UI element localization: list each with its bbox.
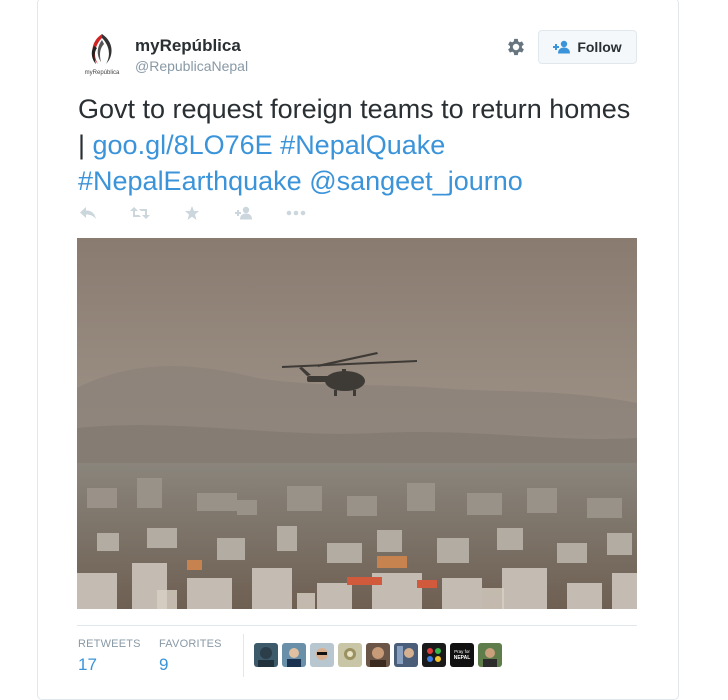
republica-logo: myRepública (85, 34, 120, 76)
tweet-actions (78, 203, 338, 223)
display-name[interactable]: myRepública (135, 36, 241, 56)
more-icon[interactable] (286, 205, 306, 221)
favorites-stat[interactable]: FAVORITES 9 (159, 638, 222, 675)
favorite-icon[interactable] (182, 205, 202, 221)
retweet-icon[interactable] (130, 205, 150, 221)
gear-icon[interactable] (505, 36, 527, 58)
hashtag-nepalearthquake[interactable]: #NepalEarthquake (78, 166, 302, 196)
stats-separator (243, 634, 244, 677)
favoriter-avatar-9[interactable] (478, 643, 502, 667)
follow-icon (553, 40, 571, 54)
favoriter-avatar-5[interactable] (366, 643, 390, 667)
tweet-text: Govt to request foreign teams to return … (78, 91, 638, 199)
avatar[interactable]: myRepública (78, 28, 126, 76)
reply-icon[interactable] (78, 205, 98, 221)
favoriter-avatar-4[interactable] (338, 643, 362, 667)
retweets-count: 17 (78, 655, 97, 674)
svg-text:NEPAL: NEPAL (454, 655, 471, 661)
follow-icon[interactable] (234, 205, 254, 221)
stats-divider-top (77, 625, 637, 626)
favoriter-avatar-2[interactable] (282, 643, 306, 667)
follow-label: Follow (577, 39, 622, 55)
favoriter-avatars: Pray for NEPAL (254, 643, 502, 667)
user-handle[interactable]: @RepublicaNepal (135, 58, 248, 74)
favoriter-avatar-7[interactable] (422, 643, 446, 667)
favoriter-avatar-1[interactable] (254, 643, 278, 667)
tweet-photo[interactable] (77, 238, 637, 609)
tweet-link[interactable]: goo.gl/8LO76E (93, 130, 273, 160)
favoriter-avatar-6[interactable] (394, 643, 418, 667)
mention-sangeet-journo[interactable]: @sangeet_journo (309, 166, 523, 196)
favoriter-avatar-8[interactable]: Pray for NEPAL (450, 643, 474, 667)
svg-text:Pray for: Pray for (454, 649, 470, 654)
retweets-stat[interactable]: RETWEETS 17 (78, 638, 141, 675)
favoriter-avatar-3[interactable] (310, 643, 334, 667)
hashtag-nepalquake[interactable]: #NepalQuake (280, 130, 445, 160)
favorites-label: FAVORITES (159, 638, 222, 650)
favorites-count: 9 (159, 655, 169, 674)
svg-text:myRepública: myRepública (85, 70, 120, 76)
retweets-label: RETWEETS (78, 638, 141, 650)
follow-button[interactable]: Follow (538, 30, 637, 64)
